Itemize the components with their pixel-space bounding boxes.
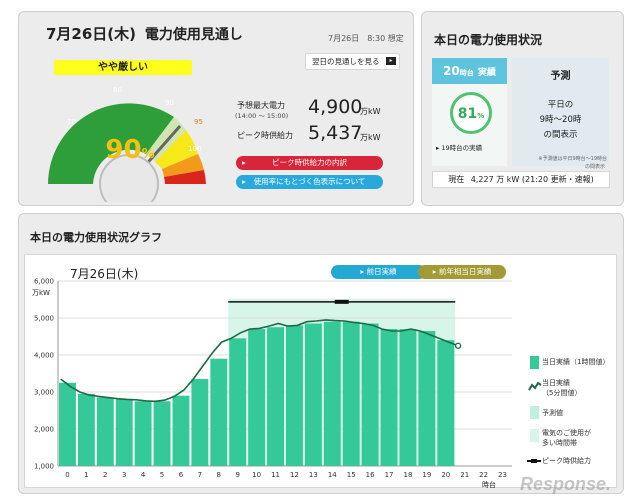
x-tick-label: 7 — [198, 471, 202, 479]
bar-hour-3 — [115, 399, 133, 466]
bar-hour-19 — [418, 330, 436, 466]
y-tick-label: 2,000 — [34, 426, 54, 434]
fivemin-line-endpoint — [454, 342, 462, 349]
x-tick-label: 20 — [441, 471, 450, 479]
x-tick-label: 23 — [498, 471, 507, 479]
bar-hour-13 — [304, 323, 322, 466]
bar-hour-7 — [191, 379, 209, 466]
bar-hour-17 — [380, 329, 398, 466]
y-tick-label: 3,000 — [34, 389, 54, 397]
bar-hour-16 — [361, 323, 379, 466]
usage-chart: 1,0002,0003,0004,0005,0006,0000 1 2 3 4 5 6 7 8 9… — [34, 278, 512, 479]
bar-hour-8 — [210, 358, 228, 466]
legend-peak-swatch — [527, 459, 541, 463]
x-tick-label: 2 — [103, 471, 107, 479]
y-tick-label: 4,000 — [34, 352, 54, 360]
x-tick-label: 18 — [403, 471, 412, 479]
legend-line-label-1: 当日実績 — [542, 379, 570, 387]
x-tick-label: 14 — [328, 471, 337, 479]
bar-hour-10 — [248, 329, 266, 466]
bar-hour-1 — [77, 393, 95, 466]
bar-hour-0 — [59, 382, 76, 466]
legend-line-swatch — [528, 381, 542, 391]
x-tick-label: 0 — [65, 471, 69, 479]
x-tick-label: 4 — [141, 471, 146, 479]
bar-hour-14 — [323, 321, 341, 466]
legend-line-label-2: （5分間値） — [542, 389, 582, 397]
x-tick-label: 11 — [271, 471, 280, 479]
y-tick-label: 1,000 — [34, 463, 54, 471]
x-tick-label: 8 — [217, 471, 221, 479]
legend-peak-label: ピーク時供給力 — [542, 457, 591, 465]
bar-hour-12 — [286, 325, 303, 466]
x-tick-label: 22 — [479, 471, 488, 479]
legend-forecast-swatch — [530, 406, 539, 419]
x-tick-label: 5 — [160, 471, 164, 479]
bar-hour-4 — [134, 401, 152, 466]
x-tick-label: 15 — [347, 471, 356, 479]
bar-hour-15 — [342, 321, 360, 466]
bar-hour-18 — [399, 329, 417, 466]
y-tick-label: 5,000 — [34, 315, 54, 323]
x-tick-label: 16 — [366, 471, 375, 479]
watermark-logo: Response. — [520, 474, 612, 494]
legend-hourly-swatch — [530, 356, 539, 369]
bar-hour-9 — [229, 338, 247, 466]
bar-hour-6 — [172, 395, 190, 466]
x-tick-label: 12 — [290, 471, 299, 479]
x-tick-label: 17 — [385, 471, 394, 479]
bar-hour-5 — [153, 401, 171, 466]
bar-hour-2 — [96, 397, 114, 466]
bar-hour-20 — [437, 340, 455, 466]
x-tick-label: 19 — [422, 471, 431, 479]
y-tick-label: 6,000 — [34, 278, 54, 286]
peak-supply-marker — [334, 299, 349, 304]
x-tick-label: 21 — [460, 471, 469, 479]
legend-busy-label-2: 多い時間帯 — [542, 439, 577, 447]
x-tick-label: 9 — [235, 471, 239, 479]
legend-hourly-label: 当日実績（1時間値） — [542, 358, 610, 366]
bar-hour-11 — [267, 327, 284, 466]
legend-busy-label-1: 電気のご使用が — [542, 429, 591, 437]
x-tick-label: 3 — [122, 471, 126, 479]
x-tick-label: 13 — [309, 471, 318, 479]
x-tick-label: 6 — [179, 471, 184, 479]
x-tick-label: 10 — [252, 471, 261, 479]
legend-busy-swatch — [530, 429, 539, 442]
legend-forecast-label: 予測値 — [542, 409, 563, 417]
x-tick-label: 1 — [84, 471, 88, 479]
